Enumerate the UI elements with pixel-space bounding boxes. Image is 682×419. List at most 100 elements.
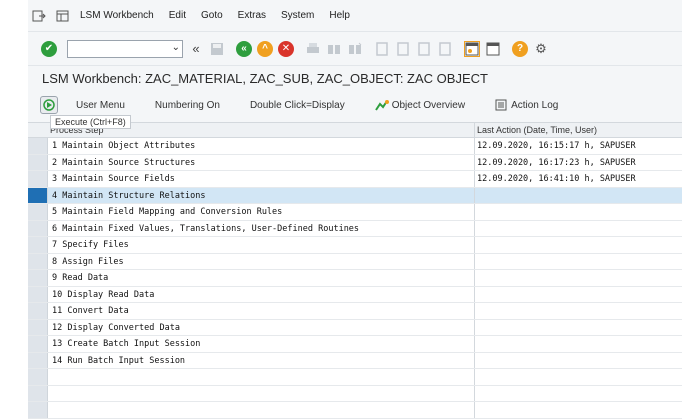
menu-bar: LSM Workbench Edit Goto Extras System He…	[28, 0, 682, 32]
table-row[interactable]: 6 Maintain Fixed Values, Translations, U…	[28, 220, 682, 237]
cell-process-step[interactable]: 3 Maintain Source Fields	[48, 171, 475, 187]
table-row-empty	[28, 369, 682, 386]
previous-page-icon[interactable]	[395, 41, 411, 57]
cell-process-step[interactable]: 1 Maintain Object Attributes	[48, 138, 475, 154]
cell-process-step[interactable]: 13 Create Batch Input Session	[48, 336, 475, 352]
table-row[interactable]: 3 Maintain Source Fields 12.09.2020, 16:4…	[28, 171, 682, 188]
exit-icon[interactable]: ^	[257, 40, 273, 57]
row-selector[interactable]	[28, 154, 48, 170]
customize-layout-icon[interactable]	[56, 10, 70, 22]
double-chevron-left-icon[interactable]: «	[188, 41, 204, 57]
help-icon[interactable]: ?	[512, 40, 528, 57]
row-selector[interactable]	[28, 270, 48, 286]
cell-last-action	[475, 221, 682, 237]
cell-process-step[interactable]: 9 Read Data	[48, 270, 475, 286]
first-page-icon[interactable]	[374, 41, 390, 57]
generate-shortcut-icon[interactable]	[485, 41, 501, 57]
row-selector[interactable]	[28, 204, 48, 220]
last-page-icon[interactable]	[437, 41, 453, 57]
chevron-down-icon[interactable]: ⌄	[172, 42, 180, 53]
exit-menu-icon[interactable]	[32, 10, 46, 22]
row-selector[interactable]	[28, 237, 48, 253]
table-row[interactable]: 9 Read Data	[28, 270, 682, 287]
find-icon[interactable]	[326, 41, 342, 57]
table-row[interactable]: 4 Maintain Structure Relations	[28, 187, 682, 204]
command-field[interactable]: ⌄	[67, 39, 183, 58]
menu-system[interactable]: System	[281, 10, 314, 21]
table-row-empty	[28, 385, 682, 402]
row-selector[interactable]	[28, 286, 48, 302]
menu-goto[interactable]: Goto	[201, 10, 223, 21]
select-all-column[interactable]	[28, 123, 48, 137]
row-selector[interactable]	[28, 138, 48, 154]
table-row[interactable]: 2 Maintain Source Structures 12.09.2020, …	[28, 154, 682, 171]
row-selector	[28, 369, 48, 385]
row-selector[interactable]	[28, 187, 48, 203]
execute-icon	[43, 99, 55, 111]
cell-process-step[interactable]: 6 Maintain Fixed Values, Translations, U…	[48, 220, 475, 236]
row-selector[interactable]	[28, 171, 48, 187]
save-icon[interactable]	[209, 41, 225, 57]
row-selector[interactable]	[28, 303, 48, 319]
cell-process-step[interactable]: 11 Convert Data	[48, 303, 475, 319]
menu-lsm-workbench[interactable]: LSM Workbench	[80, 10, 154, 21]
command-input[interactable]	[68, 40, 166, 57]
table-row[interactable]: 5 Maintain Field Mapping and Conversion …	[28, 204, 682, 221]
gear-icon[interactable]: ⚙	[533, 41, 549, 57]
action-log-button[interactable]: Action Log	[495, 99, 558, 111]
next-page-icon[interactable]	[416, 41, 432, 57]
object-overview-icon	[374, 100, 389, 111]
cell-process-step[interactable]: 2 Maintain Source Structures	[48, 154, 475, 170]
cell-empty	[475, 402, 682, 418]
cell-process-step[interactable]: 10 Display Read Data	[48, 286, 475, 302]
cell-empty	[48, 369, 475, 385]
enter-check-icon[interactable]: ✔	[41, 40, 57, 57]
table-row[interactable]: 7 Specify Files	[28, 237, 682, 254]
user-menu-button[interactable]: User Menu	[76, 100, 125, 111]
table-row[interactable]: 11 Convert Data	[28, 303, 682, 320]
cell-process-step[interactable]: 14 Run Batch Input Session	[48, 352, 475, 368]
cell-last-action	[475, 303, 682, 319]
menu-extras[interactable]: Extras	[238, 10, 266, 21]
table-body: 1 Maintain Object Attributes 12.09.2020, …	[28, 138, 682, 419]
page-title: LSM Workbench: ZAC_MATERIAL, ZAC_SUB, ZA…	[28, 66, 682, 90]
table-row[interactable]: 12 Display Converted Data	[28, 319, 682, 336]
row-selector[interactable]	[28, 336, 48, 352]
table-row[interactable]: 10 Display Read Data	[28, 286, 682, 303]
numbering-on-button[interactable]: Numbering On	[155, 100, 220, 111]
execute-button[interactable]	[40, 96, 58, 114]
cell-last-action	[475, 237, 682, 253]
print-icon[interactable]	[305, 41, 321, 57]
menu-help[interactable]: Help	[329, 10, 350, 21]
row-selector[interactable]	[28, 253, 48, 269]
cell-process-step[interactable]: 7 Specify Files	[48, 237, 475, 253]
cell-last-action	[475, 254, 682, 270]
cell-last-action: 12.09.2020, 16:15:17 h, SAPUSER	[477, 141, 636, 151]
column-header-last-action[interactable]: Last Action (Date, Time, User)	[475, 123, 682, 137]
table-row[interactable]: 8 Assign Files	[28, 253, 682, 270]
cell-process-step[interactable]: 5 Maintain Field Mapping and Conversion …	[48, 204, 475, 220]
sap-window: LSM Workbench Edit Goto Extras System He…	[28, 0, 682, 419]
cell-process-step[interactable]: 8 Assign Files	[48, 253, 475, 269]
cell-process-step[interactable]: 4 Maintain Structure Relations	[48, 187, 475, 203]
cell-last-action	[475, 336, 682, 352]
double-click-display-button[interactable]: Double Click=Display	[250, 100, 345, 111]
row-selector[interactable]	[28, 352, 48, 368]
object-overview-button[interactable]: Object Overview	[374, 99, 465, 111]
application-toolbar: User Menu Numbering On Double Click=Disp…	[28, 90, 682, 129]
table-row[interactable]: 14 Run Batch Input Session	[28, 352, 682, 369]
row-selector[interactable]	[28, 319, 48, 335]
table-row[interactable]: 13 Create Batch Input Session	[28, 336, 682, 353]
cell-process-step[interactable]: 12 Display Converted Data	[48, 319, 475, 335]
menu-edit[interactable]: Edit	[169, 10, 186, 21]
cell-empty	[475, 369, 682, 385]
cancel-icon[interactable]: ✕	[278, 40, 294, 57]
create-session-icon[interactable]	[464, 40, 480, 57]
back-icon[interactable]: «	[236, 40, 252, 57]
action-log-label: Action Log	[511, 99, 559, 111]
find-next-icon[interactable]	[347, 41, 363, 57]
table-row[interactable]: 1 Maintain Object Attributes 12.09.2020, …	[28, 138, 682, 155]
row-selector	[28, 385, 48, 401]
row-selector[interactable]	[28, 220, 48, 236]
cell-last-action	[475, 353, 682, 369]
